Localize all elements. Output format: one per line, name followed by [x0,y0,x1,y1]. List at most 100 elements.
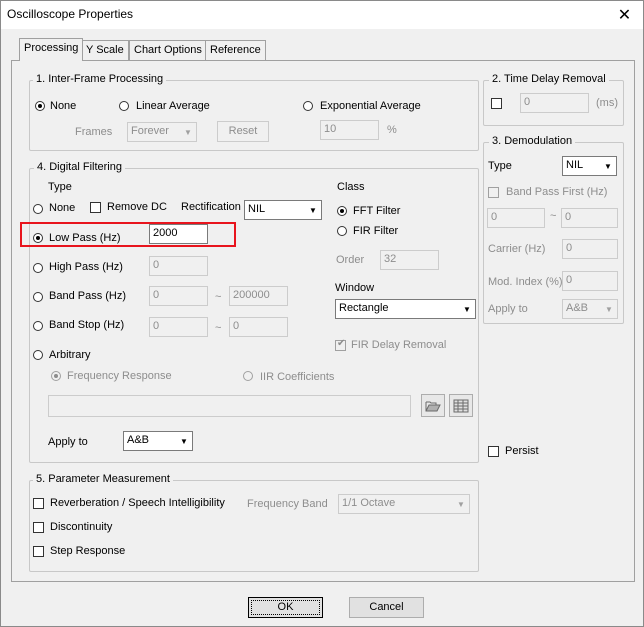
table-grid-icon [453,399,469,412]
time-delay-unit: (ms) [596,97,618,109]
open-file-button[interactable] [421,394,445,417]
remove-dc-label: Remove DC [107,201,167,213]
frames-value: Forever [131,125,169,137]
tab-reference[interactable]: Reference [205,40,266,60]
ok-button[interactable]: OK [248,597,323,618]
band-pass-high-input[interactable]: 200000 [229,286,288,306]
carrier-input[interactable]: 0 [562,239,618,259]
reset-button[interactable]: Reset [217,121,269,142]
step-response-checkbox[interactable] [33,546,44,557]
demod-low-input[interactable]: 0 [487,208,545,228]
step-response-label: Step Response [50,545,126,557]
exponential-unit: % [387,124,397,136]
chevron-down-icon: ▼ [457,499,465,509]
reverberation-checkbox[interactable] [33,498,44,509]
demod-apply-value: A&B [566,302,589,314]
demod-type-select[interactable]: NIL ▼ [562,156,617,176]
arbitrary-radio[interactable] [33,350,43,360]
chevron-down-icon: ▼ [463,304,471,314]
band-stop-radio[interactable] [33,321,43,331]
edit-table-button[interactable] [449,394,473,417]
window-title: Oscilloscope Properties [7,7,134,21]
fir-delay-removal-checkbox[interactable]: ✔ [335,338,346,351]
linear-average-label: Linear Average [136,100,210,112]
demod-apply-select[interactable]: A&B ▼ [562,299,618,319]
filter-apply-select[interactable]: A&B ▼ [123,431,193,451]
demod-high-input[interactable]: 0 [561,208,618,228]
band-stop-label: Band Stop (Hz) [49,319,125,331]
linear-average-radio[interactable] [119,101,129,111]
high-pass-input[interactable]: 0 [149,256,208,276]
filter-file-input[interactable] [48,395,411,417]
demod-type-label: Type [488,160,512,172]
order-input[interactable]: 32 [380,250,439,270]
frames-label: Frames [75,126,113,138]
rectification-label: Rectification [181,201,241,213]
filter-none-radio[interactable] [33,204,43,214]
demod-type-value: NIL [566,159,584,171]
exponential-average-label: Exponential Average [320,100,421,112]
fir-delay-removal-label: FIR Delay Removal [351,339,447,351]
frequency-response-radio[interactable] [51,371,61,381]
chevron-down-icon: ▼ [184,127,192,137]
fir-filter-label: FIR Filter [353,225,399,237]
frames-select[interactable]: Forever ▼ [127,122,197,142]
dialog-window: Oscilloscope Properties ✕ Processing Y S… [0,0,644,627]
frequency-response-label: Frequency Response [67,370,172,382]
digital-filtering-title: 4. Digital Filtering [34,161,125,173]
demod-tilde: ~ [550,210,557,222]
high-pass-radio[interactable] [33,263,43,273]
band-stop-low-input[interactable]: 0 [149,317,208,337]
discontinuity-checkbox[interactable] [33,522,44,533]
mod-index-input[interactable]: 0 [562,271,618,291]
mod-index-label: Mod. Index (%) [488,276,563,288]
band-stop-tilde: ~ [215,322,222,334]
class-label: Class [337,181,365,193]
frequency-band-label: Frequency Band [247,498,328,510]
time-delay-input[interactable]: 0 [520,93,589,113]
inter-frame-title: 1. Inter-Frame Processing [33,73,167,85]
title-bar: Oscilloscope Properties ✕ [1,1,643,29]
time-delay-checkbox[interactable] [491,98,502,109]
iir-coefficients-radio[interactable] [243,371,253,381]
rectification-select[interactable]: NIL ▼ [244,200,322,220]
rectification-value: NIL [248,203,266,215]
window-select[interactable]: Rectangle ▼ [335,299,476,319]
filter-apply-label: Apply to [48,436,88,448]
fft-filter-radio[interactable] [337,206,347,216]
frequency-band-select[interactable]: 1/1 Octave ▼ [338,494,470,514]
exponential-average-radio[interactable] [303,101,313,111]
filter-type-label: Type [48,181,72,193]
inter-frame-none-label: None [50,100,77,112]
arbitrary-label: Arbitrary [49,349,91,361]
tab-y-scale[interactable]: Y Scale [81,40,129,60]
tab-chart-options[interactable]: Chart Options [129,40,207,60]
folder-open-icon [425,401,441,411]
chevron-down-icon: ▼ [604,161,612,171]
demodulation-title: 3. Demodulation [489,135,576,147]
parameter-measurement-title: 5. Parameter Measurement [33,473,173,485]
exponential-value-input[interactable]: 10 [320,120,379,140]
highlight-box [20,222,236,247]
remove-dc-checkbox[interactable] [90,202,101,213]
iir-coefficients-label: IIR Coefficients [260,371,335,383]
order-label: Order [336,254,365,266]
band-pass-first-checkbox[interactable] [488,187,499,198]
filter-apply-value: A&B [127,434,150,446]
close-button[interactable]: ✕ [606,1,643,29]
cancel-button[interactable]: Cancel [349,597,424,618]
persist-checkbox[interactable] [488,446,499,457]
reverberation-label: Reverberation / Speech Intelligibility [50,497,225,509]
window-value: Rectangle [339,302,389,314]
chevron-down-icon: ▼ [180,436,188,446]
band-stop-high-input[interactable]: 0 [229,317,288,337]
band-pass-low-input[interactable]: 0 [149,286,208,306]
inter-frame-none-radio[interactable] [35,101,45,111]
tab-processing[interactable]: Processing [19,38,84,61]
high-pass-label: High Pass (Hz) [49,261,123,273]
fft-filter-label: FFT Filter [353,205,401,217]
band-pass-label: Band Pass (Hz) [49,290,127,302]
band-pass-radio[interactable] [33,292,43,302]
fir-filter-radio[interactable] [337,226,347,236]
chevron-down-icon: ▼ [309,205,317,215]
